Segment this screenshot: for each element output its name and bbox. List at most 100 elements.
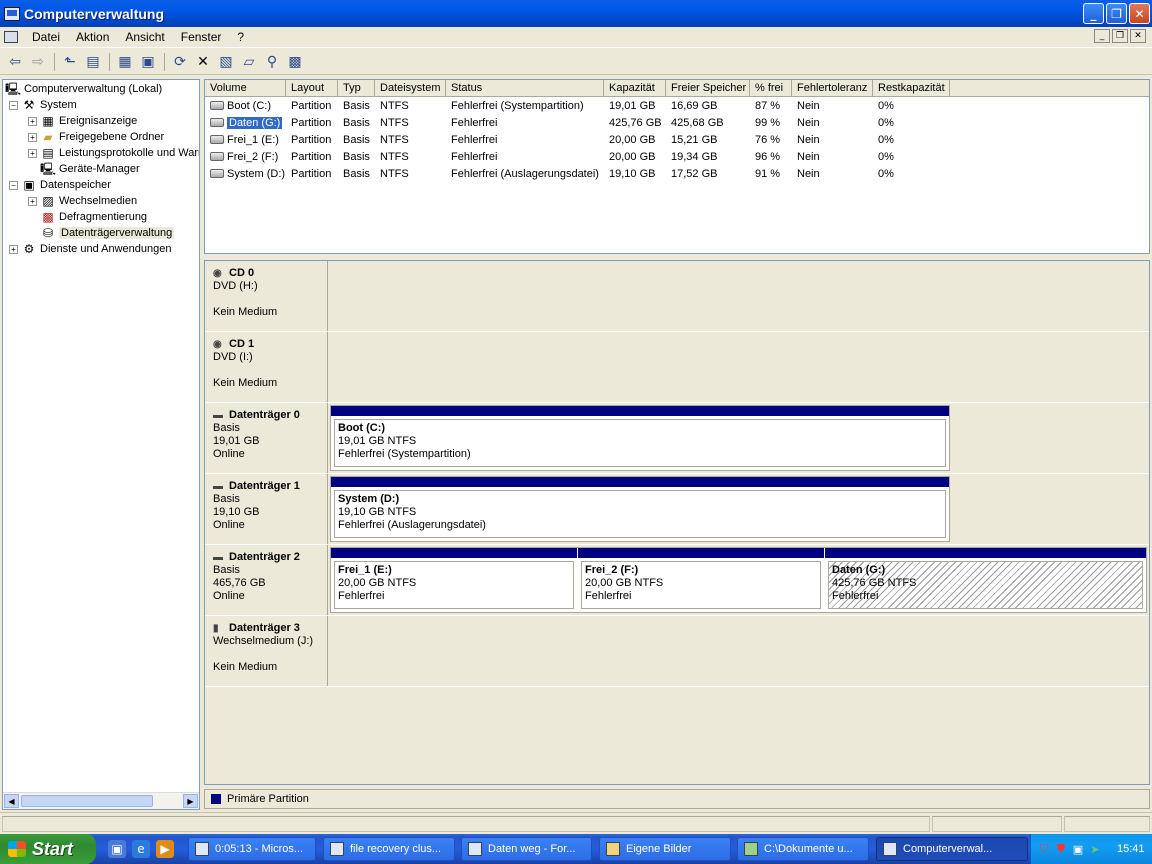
open-folder-icon[interactable]: ▱	[238, 51, 260, 73]
volume-row[interactable]: Boot (C:) Partition Basis NTFS Fehlerfrei (S…	[205, 98, 1149, 115]
show-desktop-icon[interactable]: ▣	[108, 840, 126, 858]
expand-icon[interactable]: +	[28, 196, 37, 206]
partition-title: Boot (C:)	[338, 422, 386, 434]
internet-explorer-icon[interactable]: e	[132, 840, 150, 858]
volume-row[interactable]: System (D:) Partition Basis NTFS Fehlerfrei …	[205, 166, 1149, 183]
refresh-icon[interactable]: ⟳	[169, 51, 191, 73]
mdi-close-button[interactable]: ✕	[1130, 29, 1146, 43]
partition-block[interactable]: Frei_2 (F:) 20,00 GB NTFS Fehlerfrei	[578, 548, 824, 612]
task-button-5[interactable]: Computerverwal...	[876, 837, 1028, 861]
system-menu-icon[interactable]	[4, 31, 18, 43]
minimize-button[interactable]: _	[1083, 3, 1104, 24]
column-header-restkapazitaet[interactable]: Restkapazität	[873, 80, 950, 97]
menu-ansicht[interactable]: Ansicht	[117, 30, 172, 44]
up-folder-icon[interactable]: ⬑	[59, 51, 81, 73]
tree-item-wechselmedien[interactable]: + ▨ Wechselmedien	[28, 193, 137, 209]
network-icon[interactable]: ▣	[1071, 842, 1085, 856]
tree-item-label: Dienste und Anwendungen	[40, 243, 172, 255]
forward-icon[interactable]: ⇨	[27, 51, 49, 73]
tree-item-leistungsprotokolle[interactable]: + ▤ Leistungsprotokolle und Warnungen	[28, 145, 199, 161]
partition-block[interactable]: Boot (C:) 19,01 GB NTFS Fehlerfrei (System…	[331, 406, 949, 470]
mdi-minimize-button[interactable]: _	[1094, 29, 1110, 43]
volume-row[interactable]: Frei_1 (E:) Partition Basis NTFS Fehlerfrei 2…	[205, 132, 1149, 149]
back-icon[interactable]: ⇦	[4, 51, 26, 73]
tree-item-geraete-manager[interactable]: 🖳 Geräte-Manager	[40, 161, 140, 177]
tree-item-label: Leistungsprotokolle und Warnungen	[59, 147, 199, 159]
disk-row: ▬ Datenträger 2 Basis 465,76 GB Online Frei_1…	[205, 545, 1149, 616]
disk-label[interactable]: ▬ Datenträger 1 Basis 19,10 GB Online	[205, 474, 328, 544]
column-header-layout[interactable]: Layout	[286, 80, 338, 97]
column-header-typ[interactable]: Typ	[338, 80, 375, 97]
tree-item-datentraegerverwaltung[interactable]: ⛁ Datenträgerverwaltung	[40, 225, 175, 241]
partition-type-bar	[578, 548, 824, 558]
task-button-2[interactable]: Daten weg - For...	[461, 837, 592, 861]
tree-item-defragmentierung[interactable]: ▩ Defragmentierung	[40, 209, 147, 225]
close-button[interactable]: ✕	[1129, 3, 1150, 24]
clock: 15:41	[1117, 843, 1145, 855]
column-header-fehlertoleranz[interactable]: Fehlertoleranz	[792, 80, 873, 97]
start-button[interactable]: Start	[0, 834, 96, 864]
volume-row[interactable]: Frei_2 (F:) Partition Basis NTFS Fehlerfrei 2…	[205, 149, 1149, 166]
menu-fenster[interactable]: Fenster	[173, 30, 230, 44]
menu-help[interactable]: ?	[229, 30, 252, 44]
mdi-restore-button[interactable]: ❐	[1112, 29, 1128, 43]
maximize-button[interactable]: ❐	[1106, 3, 1127, 24]
disk-label[interactable]: ▮ Datenträger 3 Wechselmedium (J:) Kein Med…	[205, 616, 328, 686]
search-icon[interactable]: ⚲	[261, 51, 283, 73]
disk-label[interactable]: ▬ Datenträger 0 Basis 19,01 GB Online	[205, 403, 328, 473]
disk-label[interactable]: ◉ CD 0 DVD (H:) Kein Medium	[205, 261, 328, 331]
show-hide-tree-icon[interactable]: ▤	[82, 51, 104, 73]
tree-item-freigegebene-ordner[interactable]: + ▰ Freigegebene Ordner	[28, 129, 164, 145]
settings-icon[interactable]: ▩	[284, 51, 306, 73]
menu-aktion[interactable]: Aktion	[68, 30, 117, 44]
volume-row[interactable]: Daten (G:) Partition Basis NTFS Fehlerfrei 42…	[205, 115, 1149, 132]
tree-item-system[interactable]: − ⚒ System	[9, 97, 77, 113]
expand-icon[interactable]: +	[28, 148, 37, 158]
column-header-kapazitaet[interactable]: Kapazität	[604, 80, 666, 97]
properties-icon[interactable]: ▦	[114, 51, 136, 73]
security-shield-icon[interactable]: ⛊	[1054, 842, 1068, 856]
column-header-volume[interactable]: Volume	[205, 80, 286, 97]
tree-item-datenspeicher[interactable]: − ▣ Datenspeicher	[9, 177, 111, 193]
tree-horizontal-scrollbar[interactable]: ◀ ▶	[3, 792, 199, 809]
partition-block[interactable]: Frei_1 (E:) 20,00 GB NTFS Fehlerfrei	[331, 548, 577, 612]
delete-icon[interactable]: ✕	[192, 51, 214, 73]
tree-item-computerverwaltung[interactable]: 🖳 Computerverwaltung (Lokal)	[5, 81, 162, 97]
partition-block[interactable]: System (D:) 19,10 GB NTFS Fehlerfrei (Ausl…	[331, 477, 949, 541]
antivirus-icon[interactable]: ⛉	[1037, 842, 1051, 856]
properties-sheet-icon[interactable]: ▧	[215, 51, 237, 73]
tree-item-label: System	[40, 99, 77, 111]
expand-icon[interactable]: +	[28, 116, 37, 126]
tree-item-dienste[interactable]: + ⚙ Dienste und Anwendungen	[9, 241, 172, 257]
help-icon[interactable]: ▣	[137, 51, 159, 73]
expand-icon[interactable]: +	[28, 132, 37, 142]
partition-body: Frei_1 (E:) 20,00 GB NTFS Fehlerfrei	[334, 561, 574, 609]
scroll-right-icon[interactable]: ▶	[183, 794, 198, 808]
volume-cell: 19,01 GB	[609, 100, 656, 112]
collapse-icon[interactable]: −	[9, 180, 18, 190]
volume-cell: Fehlerfrei (Systempartition)	[451, 100, 584, 112]
task-button-3[interactable]: Eigene Bilder	[599, 837, 731, 861]
disk-name: ▬ Datenträger 0	[213, 409, 327, 422]
volume-cell: NTFS	[380, 134, 409, 146]
menu-datei[interactable]: Datei	[24, 30, 68, 44]
safely-remove-icon[interactable]: ➤	[1088, 842, 1102, 856]
expand-icon[interactable]: +	[9, 244, 18, 254]
collapse-icon[interactable]: −	[9, 100, 18, 110]
disk-label[interactable]: ◉ CD 1 DVD (I:) Kein Medium	[205, 332, 328, 402]
task-button-0[interactable]: 0:05:13 - Micros...	[188, 837, 316, 861]
disk-label[interactable]: ▬ Datenträger 2 Basis 465,76 GB Online	[205, 545, 328, 615]
volume-cell: Nein	[797, 100, 820, 112]
tree-item-ereignisanzeige[interactable]: + ▦ Ereignisanzeige	[28, 113, 137, 129]
volume-name-cell: Boot (C:)	[205, 98, 286, 115]
media-player-icon[interactable]: ▶	[156, 840, 174, 858]
scroll-left-icon[interactable]: ◀	[4, 794, 19, 808]
task-button-1[interactable]: file recovery clus...	[323, 837, 455, 861]
column-header-dateisystem[interactable]: Dateisystem	[375, 80, 446, 97]
column-header-freier-speicher[interactable]: Freier Speicher	[666, 80, 750, 97]
partition-block[interactable]: Daten (G:) 425,76 GB NTFS Fehlerfrei	[825, 548, 1146, 612]
column-header-status[interactable]: Status	[446, 80, 604, 97]
column-header-prozent-frei[interactable]: % frei	[750, 80, 792, 97]
task-button-4[interactable]: C:\Dokumente u...	[737, 837, 869, 861]
scroll-thumb[interactable]	[21, 795, 153, 807]
